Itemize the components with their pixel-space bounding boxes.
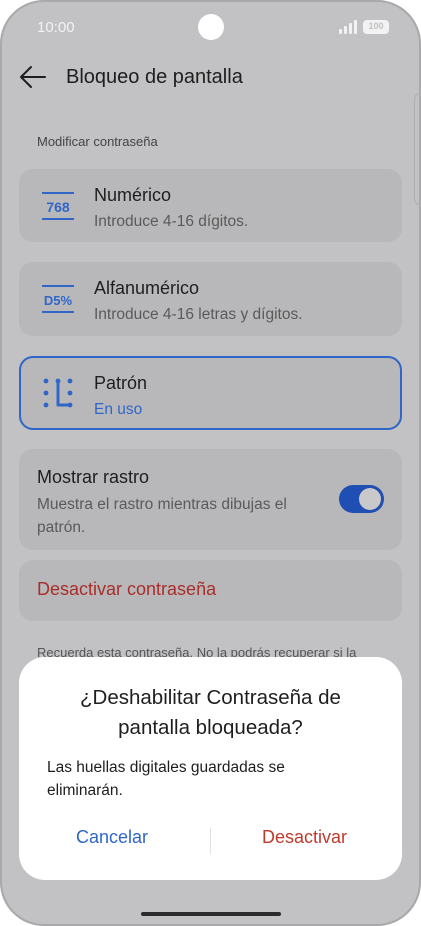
dialog-title: ¿Deshabilitar Contraseña de pantalla blo… bbox=[39, 683, 382, 743]
option-pattern[interactable]: Patrón En uso bbox=[19, 356, 402, 430]
phone-screen: 10:00 100 Bloqueo de pantalla Modificar … bbox=[0, 0, 421, 926]
disable-button[interactable]: Desactivar bbox=[262, 827, 347, 848]
signal-icon bbox=[339, 20, 359, 34]
button-divider bbox=[210, 828, 211, 854]
option-subtitle: Introduce 4-16 dígitos. bbox=[94, 213, 249, 230]
numeric-keypad-icon: 768 bbox=[41, 189, 75, 223]
status-time: 10:00 bbox=[37, 19, 75, 36]
show-trail-line: Muestra el rastro mientras dibujas el bbox=[37, 496, 287, 513]
battery-level: 100 bbox=[368, 21, 384, 31]
battery-icon: 100 bbox=[363, 20, 389, 34]
dialog-title-line: pantalla bloqueada? bbox=[118, 716, 303, 739]
cancel-button[interactable]: Cancelar bbox=[76, 827, 148, 848]
option-numeric[interactable]: 768 Numérico Introduce 4-16 dígitos. bbox=[19, 169, 402, 242]
option-title: Alfanumérico bbox=[94, 278, 200, 298]
show-trail-description: Muestra el rastro mientras dibujas el pa… bbox=[37, 493, 287, 539]
disable-password-row[interactable]: Desactivar contraseña bbox=[19, 560, 402, 621]
show-trail-setting[interactable]: Mostrar rastro Muestra el rastro mientra… bbox=[19, 449, 402, 550]
toggle-knob bbox=[359, 488, 381, 510]
home-indicator[interactable] bbox=[141, 912, 281, 916]
header: Bloqueo de pantalla bbox=[0, 56, 421, 100]
section-label: Modificar contraseña bbox=[37, 134, 158, 149]
front-camera bbox=[198, 14, 224, 40]
svg-text:D5%: D5% bbox=[44, 293, 73, 308]
alphanumeric-icon: D5% bbox=[41, 282, 75, 316]
status-bar: 10:00 100 bbox=[0, 0, 421, 56]
back-arrow-icon[interactable] bbox=[18, 64, 48, 90]
pattern-icon bbox=[41, 376, 75, 410]
option-alphanumeric[interactable]: D5% Alfanumérico Introduce 4-16 letras y… bbox=[19, 262, 402, 336]
dialog-title-line: ¿Deshabilitar Contraseña de bbox=[80, 686, 341, 709]
dialog-message-line: eliminarán. bbox=[47, 782, 123, 799]
dialog-message: Las huellas digitales guardadas se elimi… bbox=[47, 756, 374, 802]
disable-lock-dialog: ¿Deshabilitar Contraseña de pantalla blo… bbox=[19, 657, 402, 880]
show-trail-title: Mostrar rastro bbox=[37, 467, 150, 487]
page-title: Bloqueo de pantalla bbox=[66, 66, 243, 88]
disable-password-label: Desactivar contraseña bbox=[37, 579, 217, 599]
option-status: En uso bbox=[94, 401, 143, 418]
option-title: Patrón bbox=[94, 373, 148, 393]
scroll-indicator bbox=[414, 93, 421, 205]
show-trail-line: patrón. bbox=[37, 519, 86, 536]
option-title: Numérico bbox=[94, 185, 172, 205]
show-trail-toggle[interactable] bbox=[339, 485, 384, 513]
option-subtitle: Introduce 4-16 letras y dígitos. bbox=[94, 306, 303, 323]
svg-text:768: 768 bbox=[46, 199, 70, 215]
dialog-message-line: Las huellas digitales guardadas se bbox=[47, 759, 285, 776]
